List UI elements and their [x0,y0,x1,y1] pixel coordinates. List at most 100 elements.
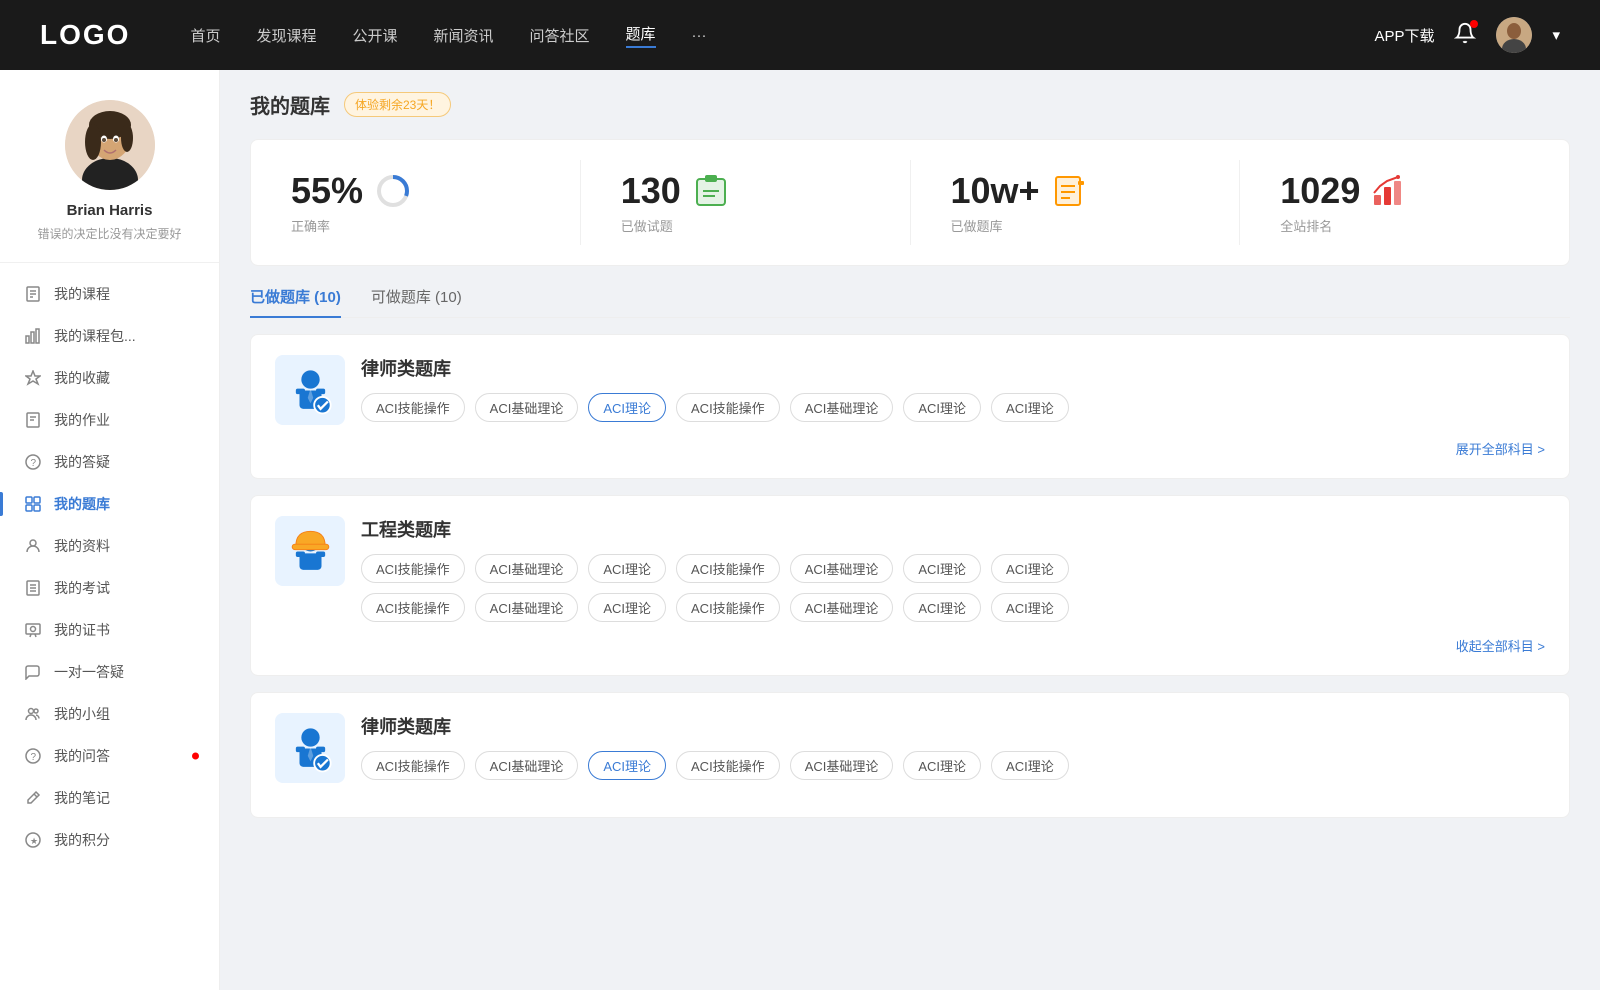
chat-icon [24,663,42,681]
user-avatar[interactable] [1496,17,1532,53]
qbank-tag[interactable]: ACI基础理论 [790,393,894,422]
qbank-tag[interactable]: ACI基础理论 [475,393,579,422]
stat-accuracy-value: 55% [291,170,363,212]
qbank-card-2-tags-second: ACI技能操作 ACI基础理论 ACI理论 ACI技能操作 ACI基础理论 AC… [361,593,1545,622]
svg-text:?: ? [31,752,37,763]
qbank-tag[interactable]: ACI技能操作 [361,593,465,622]
profile-motto: 错误的决定比没有决定要好 [37,225,181,242]
qbank-tag-active[interactable]: ACI理论 [588,751,666,780]
nav-menu: 首页 发现课程 公开课 新闻资讯 问答社区 题库 ··· [190,23,1374,48]
svg-text:★: ★ [30,836,38,846]
nav-qbank[interactable]: 题库 [626,23,656,48]
qbank-tag[interactable]: ACI技能操作 [676,554,780,583]
qbank-tag[interactable]: ACI基础理论 [790,751,894,780]
qbank-tag[interactable]: ACI理论 [903,554,981,583]
stat-rank-label: 全站排名 [1280,216,1332,235]
navbar-right: APP下载 ▾ [1374,17,1560,53]
qbank-tag[interactable]: ACI理论 [903,393,981,422]
qbank-tag[interactable]: ACI理论 [903,751,981,780]
sidebar-item-my-notes[interactable]: 我的笔记 [0,777,219,819]
sidebar-item-my-qbank[interactable]: 我的题库 [0,483,219,525]
notification-bell[interactable] [1454,22,1476,48]
sidebar-profile: Brian Harris 错误的决定比没有决定要好 [0,100,219,263]
qbank-tag[interactable]: ACI基础理论 [790,554,894,583]
sidebar-item-my-points[interactable]: ★ 我的积分 [0,819,219,861]
profile-name: Brian Harris [67,202,153,219]
stat-accuracy-label: 正确率 [291,216,330,235]
sidebar-item-favorites[interactable]: 我的收藏 [0,357,219,399]
tab-done[interactable]: 已做题库 (10) [250,286,341,317]
sidebar-label-one-one-qa: 一对一答疑 [54,662,124,682]
sidebar-item-one-one-qa[interactable]: 一对一答疑 [0,651,219,693]
nav-more[interactable]: ··· [692,27,707,44]
qbank-tag[interactable]: ACI基础理论 [790,593,894,622]
qbank-tag[interactable]: ACI基础理论 [475,554,579,583]
page-layout: Brian Harris 错误的决定比没有决定要好 我的课程 我的课程包... [0,70,1600,990]
collapse-link-2[interactable]: 收起全部科目 > [1456,636,1545,655]
profile-avatar [65,100,155,190]
qbank-tag[interactable]: ACI技能操作 [361,393,465,422]
app-download-button[interactable]: APP下载 [1374,25,1434,46]
stat-rank-value: 1029 [1280,170,1360,212]
qbank-tag[interactable]: ACI技能操作 [676,593,780,622]
help-icon: ? [24,747,42,765]
nav-home[interactable]: 首页 [190,25,220,46]
qbank-card-1-content: 律师类题库 ACI技能操作 ACI基础理论 ACI理论 ACI技能操作 ACI基… [361,355,1545,422]
star-icon [24,369,42,387]
tab-available[interactable]: 可做题库 (10) [371,286,462,317]
qbank-tag[interactable]: ACI理论 [903,593,981,622]
main-content: 我的题库 体验剩余23天！ 55% 正确率 [220,70,1600,990]
chart-icon [24,327,42,345]
logo[interactable]: LOGO [40,19,130,51]
qbank-tag[interactable]: ACI理论 [991,554,1069,583]
rank-chart-icon [1372,173,1408,209]
qbank-tag[interactable]: ACI理论 [588,554,666,583]
sidebar-label-my-courses: 我的课程 [54,284,110,304]
qbank-card-1-title: 律师类题库 [361,355,1545,381]
qbank-card-3-icon [275,713,345,783]
sidebar-label-my-notes: 我的笔记 [54,788,110,808]
sidebar-item-course-packages[interactable]: 我的课程包... [0,315,219,357]
stat-rank: 1029 全站排名 [1240,160,1569,245]
qbank-tag-active[interactable]: ACI理论 [588,393,666,422]
nav-courses[interactable]: 发现课程 [256,25,316,46]
sidebar-item-my-qa[interactable]: ? 我的答疑 [0,441,219,483]
nav-open[interactable]: 公开课 [352,25,397,46]
stat-done-banks-value: 10w+ [951,170,1040,212]
group-icon [24,705,42,723]
points-icon: ★ [24,831,42,849]
qbank-tag[interactable]: ACI基础理论 [475,593,579,622]
qbank-tag[interactable]: ACI技能操作 [361,751,465,780]
nav-news[interactable]: 新闻资讯 [434,25,494,46]
qbank-card-1-footer: 展开全部科目 > [275,439,1545,458]
qbank-card-2-title: 工程类题库 [361,516,1545,542]
expand-link-1[interactable]: 展开全部科目 > [1456,439,1545,458]
qbank-tag[interactable]: ACI理论 [588,593,666,622]
sidebar-item-my-group[interactable]: 我的小组 [0,693,219,735]
sidebar-label-favorites: 我的收藏 [54,368,110,388]
sidebar-item-my-info[interactable]: 我的资料 [0,525,219,567]
sidebar-label-homework: 我的作业 [54,410,110,430]
qbank-card-2-icon [275,516,345,586]
qbank-tag[interactable]: ACI技能操作 [676,393,780,422]
sidebar-item-my-questions[interactable]: ? 我的问答 [0,735,219,777]
qbank-card-2-header: 工程类题库 ACI技能操作 ACI基础理论 ACI理论 ACI技能操作 ACI基… [275,516,1545,622]
nav-qa[interactable]: 问答社区 [530,25,590,46]
qbank-tag[interactable]: ACI理论 [991,751,1069,780]
qbank-tag[interactable]: ACI理论 [991,393,1069,422]
qbank-card-3-header: 律师类题库 ACI技能操作 ACI基础理论 ACI理论 ACI技能操作 ACI基… [275,713,1545,783]
qbank-card-2-content: 工程类题库 ACI技能操作 ACI基础理论 ACI理论 ACI技能操作 ACI基… [361,516,1545,622]
sidebar-item-my-courses[interactable]: 我的课程 [0,273,219,315]
qbank-card-3-content: 律师类题库 ACI技能操作 ACI基础理论 ACI理论 ACI技能操作 ACI基… [361,713,1545,780]
qbank-tag[interactable]: ACI理论 [991,593,1069,622]
sidebar-label-my-points: 我的积分 [54,830,110,850]
user-dropdown-arrow[interactable]: ▾ [1552,26,1560,44]
sidebar-item-certificate[interactable]: 我的证书 [0,609,219,651]
sidebar-item-homework[interactable]: 我的作业 [0,399,219,441]
qbank-tag[interactable]: ACI技能操作 [676,751,780,780]
qbank-tag[interactable]: ACI技能操作 [361,554,465,583]
sidebar-label-course-packages: 我的课程包... [54,326,136,346]
sidebar-item-my-exam[interactable]: 我的考试 [0,567,219,609]
trial-badge: 体验剩余23天！ [344,92,451,117]
qbank-tag[interactable]: ACI基础理论 [475,751,579,780]
